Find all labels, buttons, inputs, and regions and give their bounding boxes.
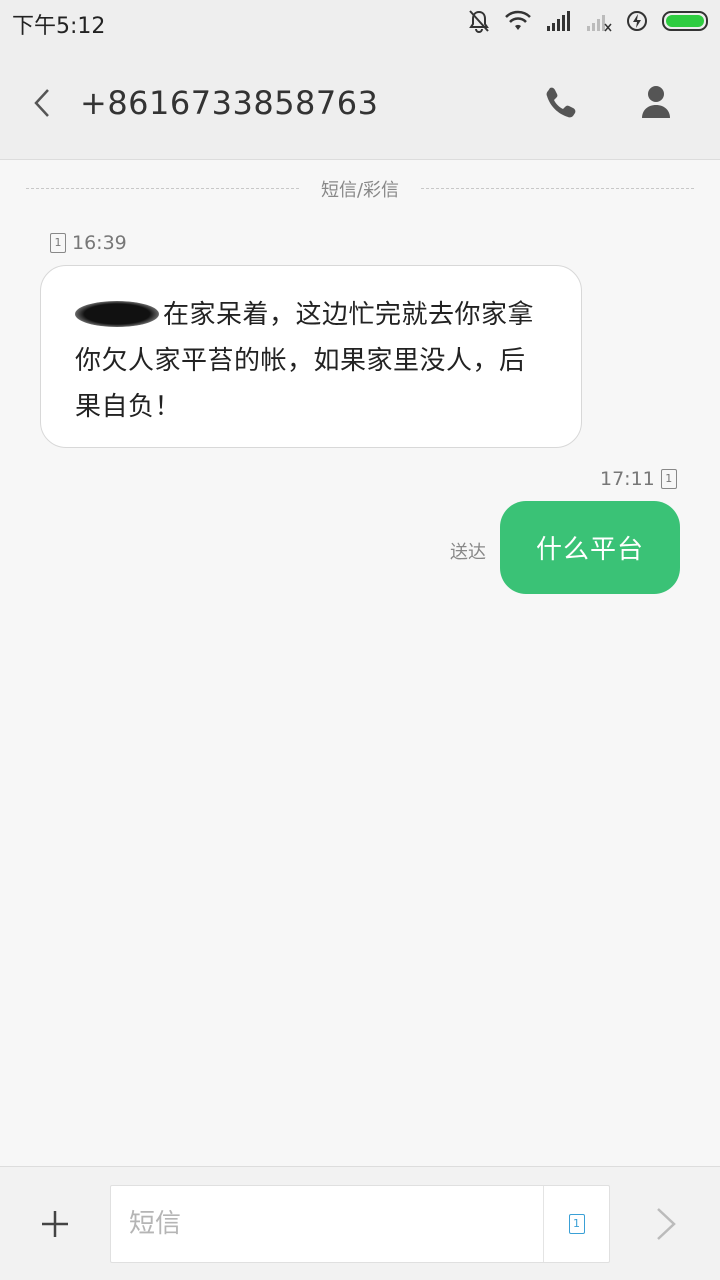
plus-icon (42, 1211, 68, 1237)
contact-details-button[interactable] (636, 82, 676, 122)
chevron-right-icon (657, 1208, 676, 1240)
outgoing-timestamp: 17:11 1 (600, 468, 677, 490)
contact-number-title: +8616733858763 (80, 84, 379, 122)
incoming-timestamp: 1 16:39 (50, 232, 127, 254)
signal-none-icon (586, 10, 612, 32)
sim-select-button[interactable]: 1 (543, 1186, 609, 1262)
composer-bar: 1 (0, 1166, 720, 1280)
sim-card-icon: 1 (660, 469, 677, 489)
incoming-message-bubble[interactable]: 在家呆着，这边忙完就去你家拿你欠人家平苔的帐，如果家里没人，后果自负！ (40, 265, 582, 448)
message-input-box: 1 (110, 1185, 610, 1263)
status-time: 下午5:12 (12, 14, 106, 39)
channel-label: 短信/彩信 (300, 176, 420, 202)
battery-icon (662, 10, 710, 32)
incoming-message-body: 在家呆着，这边忙完就去你家拿你欠人家平苔的帐，如果家里没人，后果自负！ (75, 292, 551, 430)
back-button[interactable] (24, 80, 60, 126)
phone-icon (546, 87, 576, 118)
call-button[interactable] (540, 82, 580, 122)
signal-icon (546, 10, 572, 32)
incoming-time: 16:39 (72, 232, 127, 254)
status-icons (468, 6, 710, 36)
delivery-status: 送达 (450, 542, 486, 563)
conversation-header: +8616733858763 (0, 42, 720, 160)
chevron-left-icon (34, 89, 49, 117)
wifi-icon (504, 10, 532, 32)
message-input[interactable] (111, 1186, 543, 1262)
outgoing-message-text: 什么平台 (535, 535, 644, 565)
add-attachment-button[interactable] (36, 1205, 74, 1243)
person-icon (642, 86, 670, 118)
redaction-scribble (75, 301, 159, 327)
bell-off-icon (468, 9, 490, 33)
send-button[interactable] (648, 1203, 684, 1245)
charging-icon (626, 10, 648, 32)
sim-card-icon: 1 (50, 233, 66, 253)
sim-card-icon: 1 (568, 1214, 585, 1234)
outgoing-time: 17:11 (600, 468, 655, 490)
status-bar: 下午5:12 (0, 0, 720, 42)
outgoing-message-bubble[interactable]: 什么平台 (500, 501, 680, 594)
